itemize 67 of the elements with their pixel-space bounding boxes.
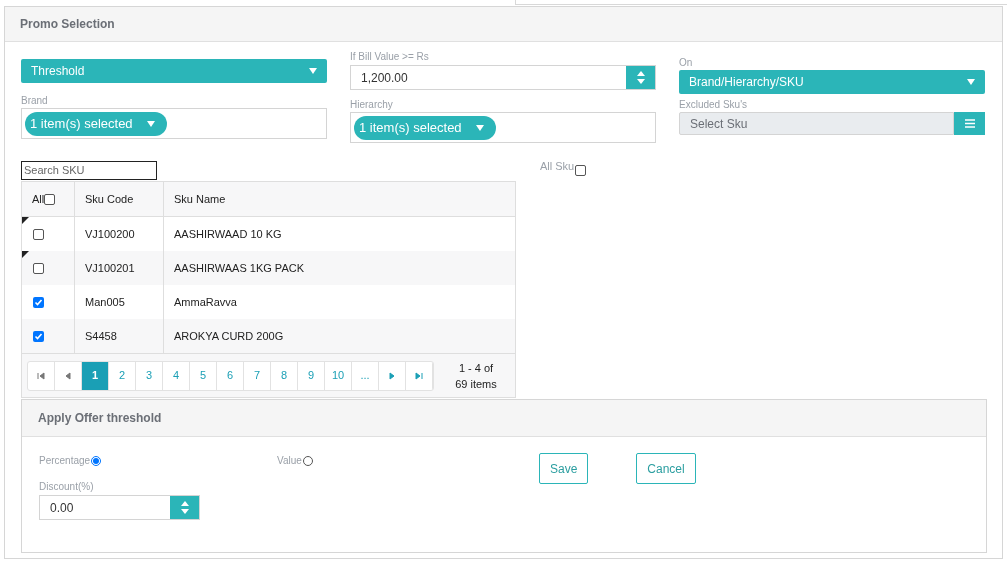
checkbox[interactable] [575,165,587,176]
table-cell-text: VJ100201 [85,260,135,276]
on-select[interactable]: Brand/Hierarchy/SKU [679,70,985,94]
promo-type-select[interactable]: Threshold [21,59,327,83]
panel-title: Promo Selection [20,16,115,33]
caret-icon [967,79,975,85]
field-label: Hierarchy [350,99,394,111]
checkbox[interactable] [33,330,44,342]
radio-button[interactable] [91,455,102,466]
field-label: On [679,57,694,69]
table-cell-text: VJ100200 [85,226,135,242]
search-field[interactable]: Search SKU [21,160,157,180]
last-page-icon [415,371,423,380]
left-triangle-icon [64,371,72,380]
field-value: 0.00 [49,499,74,517]
spinner-buttons[interactable] [626,66,655,89]
page-button[interactable]: 8 [271,361,298,390]
page-button[interactable]: 5 [190,361,217,390]
first-page-icon [37,371,45,380]
table-cell-text: AASHIRWAAD 10 KG [174,226,282,242]
column-header: Sku Code [85,191,134,207]
column-header: All [32,191,45,207]
selection-chip[interactable]: 1 item(s) selected [25,111,167,136]
page-button[interactable]: 3 [136,361,163,390]
right-triangle-icon [388,371,396,380]
page-button[interactable]: 6 [217,361,244,390]
brand-field[interactable]: 1 item(s) selected [21,108,327,139]
table-cell-text: S4458 [85,328,117,344]
table-cell-text: AmmaRavva [174,294,237,310]
save-button[interactable]: Save [539,453,589,484]
field-value: 1,200.00 [360,69,408,87]
page-button[interactable]: 9 [298,361,325,390]
selection-chip[interactable]: 1 item(s) selected [354,115,496,140]
caret-icon [309,68,317,74]
checkbox[interactable] [33,296,44,308]
pager-summary: 1 - 4 of 69 items [454,360,498,392]
all-sku-label: All Sku [540,159,575,174]
field-label: Brand [21,95,49,107]
hierarchy-field[interactable]: 1 item(s) selected [350,112,656,143]
column-header: Sku Name [174,191,226,207]
select-sku-field[interactable]: Select Sku [679,112,954,135]
spinner-buttons[interactable] [170,496,199,519]
bill-value-field[interactable]: 1,200.00 [350,65,656,90]
field-label: Excluded Sku's [679,99,749,111]
table-cell-text: AASHIRWAAS 1KG PACK [174,260,304,276]
caret-icon [475,124,484,131]
checkbox[interactable] [33,262,44,274]
table-cell-text: Man005 [85,294,125,310]
discount-field[interactable]: 0.00 [39,495,200,520]
caret-icon [146,120,155,127]
page-button[interactable]: 7 [244,361,271,390]
page-button[interactable]: 10 [325,361,352,390]
cancel-button[interactable]: Cancel [636,453,696,484]
checkbox[interactable] [44,193,56,205]
radio-button[interactable] [302,455,313,466]
field-label: Discount(%) [39,481,95,493]
option-label: Percentage [39,454,91,468]
field-label: If Bill Value >= Rs [350,51,430,63]
page-button[interactable]: 4 [163,361,190,390]
table-cell-text: AROKYA CURD 200G [174,328,284,344]
page-button[interactable]: ... [352,361,379,390]
checkbox[interactable] [33,228,44,240]
panel-title: Apply Offer threshold [38,410,162,427]
option-label: Value [277,454,302,468]
menu-icon [964,119,975,128]
page-button[interactable]: 2 [109,361,136,390]
page-button[interactable]: 1 [82,361,109,390]
